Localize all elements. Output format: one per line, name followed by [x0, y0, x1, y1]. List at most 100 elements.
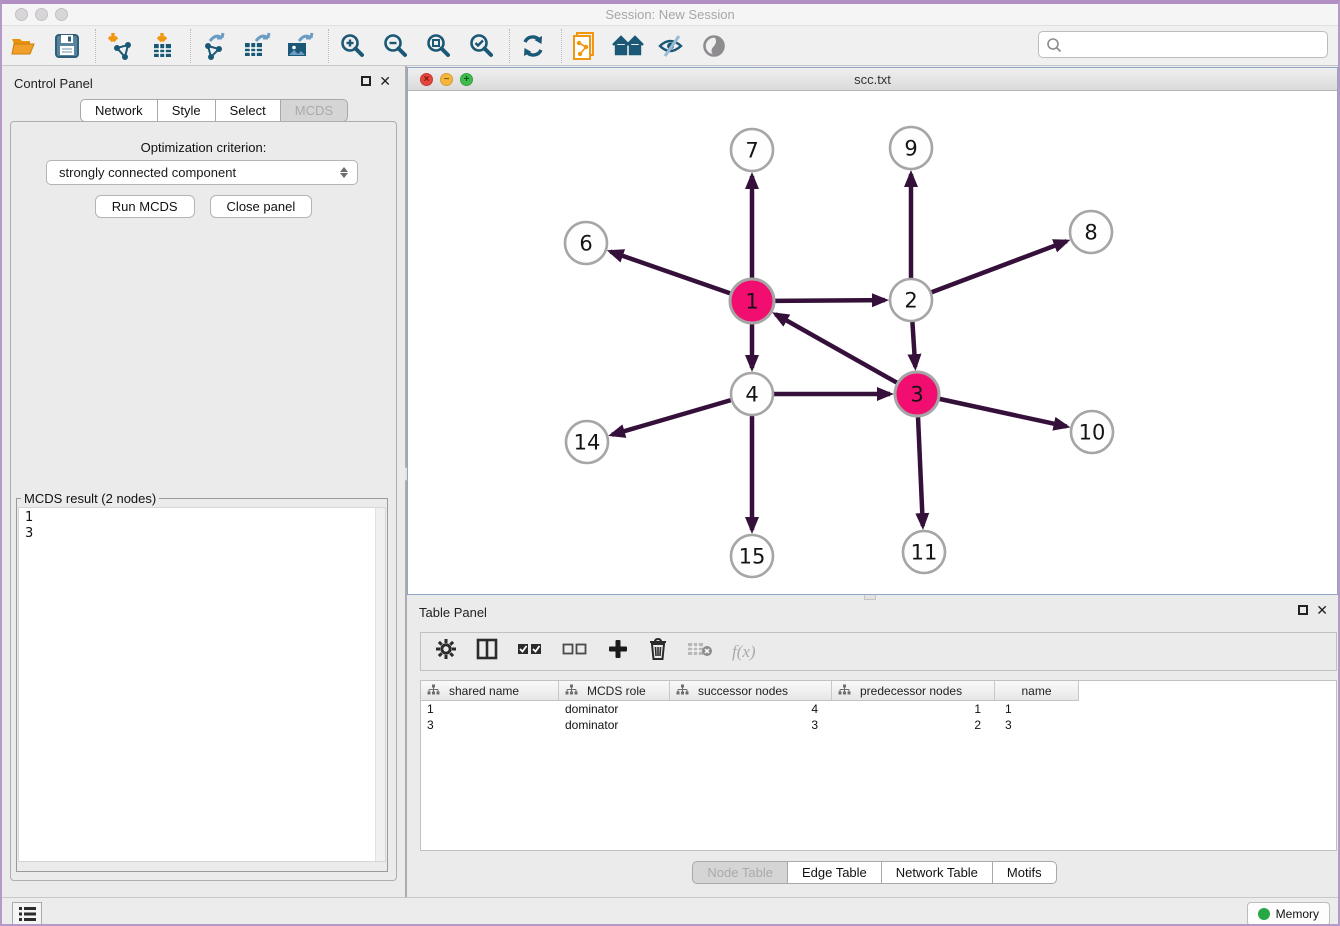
column-header-predecessor-nodes[interactable]: predecessor nodes	[832, 681, 995, 701]
criterion-value: strongly connected component	[59, 165, 236, 180]
criterion-select[interactable]: strongly connected component	[46, 160, 358, 185]
show-panel-icon[interactable]	[697, 30, 731, 62]
graph-edge-2-3[interactable]	[912, 322, 915, 367]
graph-node-label-4: 4	[745, 383, 758, 407]
tab-node-table[interactable]: Node Table	[692, 861, 788, 884]
optimization-criterion-label: Optimization criterion:	[2, 140, 405, 155]
table-cell[interactable]: 3	[670, 718, 832, 732]
function-builder-icon: f(x)	[732, 642, 756, 662]
open-session-icon[interactable]	[7, 30, 41, 62]
network-window-title: scc.txt	[408, 72, 1337, 87]
column-header-name[interactable]: name	[995, 681, 1079, 701]
table-cell[interactable]: 3	[995, 718, 1079, 732]
search-field[interactable]	[1038, 31, 1328, 58]
graph-edge-1-6[interactable]	[611, 252, 731, 294]
table-cell[interactable]: 2	[832, 718, 995, 732]
toolbar-separator	[190, 29, 191, 63]
graph-edge-4-14[interactable]	[612, 400, 731, 435]
add-column-icon[interactable]	[607, 638, 629, 665]
column-header-shared-name[interactable]: shared name	[421, 681, 559, 701]
table-cell[interactable]: 1	[421, 702, 559, 716]
graph-edge-1-2[interactable]	[775, 300, 885, 301]
close-panel-button[interactable]: Close panel	[210, 195, 313, 218]
graph-edge-3-11[interactable]	[918, 417, 923, 526]
window-title: Session: New Session	[2, 7, 1338, 22]
tab-edge-table[interactable]: Edge Table	[788, 861, 882, 884]
export-image-icon[interactable]	[283, 30, 317, 62]
toolbar-separator	[328, 29, 329, 63]
attribute-icon	[676, 684, 689, 697]
task-history-button[interactable]	[12, 902, 42, 926]
deselect-all-icon[interactable]	[562, 641, 588, 662]
column-header-filler	[1079, 681, 1336, 701]
column-header-mcds-role[interactable]: MCDS role	[559, 681, 670, 701]
table-cell[interactable]: dominator	[559, 718, 670, 732]
home-icon[interactable]	[611, 30, 645, 62]
memory-button[interactable]: Memory	[1247, 902, 1330, 926]
zoom-fit-icon[interactable]	[421, 30, 455, 62]
mcds-result-area[interactable]: 1 3	[18, 507, 386, 862]
search-input[interactable]	[1063, 35, 1327, 55]
hide-panel-icon[interactable]	[654, 30, 688, 62]
graph-edge-3-1[interactable]	[776, 314, 897, 382]
run-mcds-button[interactable]: Run MCDS	[95, 195, 195, 218]
float-panel-icon[interactable]	[361, 76, 371, 86]
select-all-icon[interactable]	[517, 641, 543, 662]
attribute-icon	[427, 684, 440, 697]
graph-node-label-6: 6	[579, 232, 592, 256]
attribute-icon	[838, 684, 851, 697]
tab-motifs[interactable]: Motifs	[993, 861, 1057, 884]
tab-select[interactable]: Select	[216, 99, 281, 122]
export-network-icon[interactable]	[197, 30, 231, 62]
mcds-result-scrollbar[interactable]	[375, 508, 385, 861]
mcds-result-title: MCDS result (2 nodes)	[21, 491, 159, 506]
column-header-successor-nodes[interactable]: successor nodes	[670, 681, 832, 701]
columns-icon[interactable]	[476, 638, 498, 665]
close-panel-icon[interactable]	[379, 76, 391, 86]
application-window: Session: New Session	[0, 0, 1340, 926]
network-graph[interactable]: 7968124314101511	[408, 91, 1337, 594]
tab-network[interactable]: Network	[80, 99, 158, 122]
memory-status-icon	[1258, 908, 1270, 920]
graph-edge-2-8[interactable]	[932, 241, 1067, 292]
graph-node-label-3: 3	[910, 383, 923, 407]
float-table-panel-icon[interactable]	[1298, 605, 1308, 615]
zoom-in-icon[interactable]	[335, 30, 369, 62]
graph-edge-3-10[interactable]	[939, 399, 1066, 427]
zoom-out-icon[interactable]	[378, 30, 412, 62]
table-cell[interactable]: 1	[995, 702, 1079, 716]
gear-icon[interactable]	[435, 638, 457, 665]
graph-node-label-8: 8	[1084, 221, 1097, 245]
export-table-icon[interactable]	[240, 30, 274, 62]
toolbar-separator	[509, 29, 510, 63]
table-cell[interactable]: dominator	[559, 702, 670, 716]
window-titlebar: Session: New Session	[2, 4, 1338, 26]
refresh-icon[interactable]	[516, 30, 550, 62]
table-row[interactable]: 1dominator411	[421, 701, 1336, 717]
table-row[interactable]: 3dominator323	[421, 717, 1336, 733]
tab-mcds[interactable]: MCDS	[281, 99, 348, 122]
zoom-selected-icon[interactable]	[464, 30, 498, 62]
save-session-icon[interactable]	[50, 30, 84, 62]
select-stepper-icon	[337, 167, 357, 178]
delete-column-icon[interactable]	[648, 637, 668, 666]
network-window-titlebar[interactable]: scc.txt	[408, 68, 1337, 91]
search-icon	[1045, 36, 1063, 54]
tab-style[interactable]: Style	[158, 99, 216, 122]
table-tabs: Node Table Edge Table Network Table Moti…	[407, 861, 1340, 884]
table-cell[interactable]: 3	[421, 718, 559, 732]
column-label: shared name	[449, 684, 519, 698]
mcds-buttons: Run MCDS Close panel	[2, 195, 405, 218]
column-label: name	[1021, 684, 1051, 698]
toolbar-separator	[561, 29, 562, 63]
table-cell[interactable]: 4	[670, 702, 832, 716]
table-panel: Table Panel	[407, 601, 1340, 897]
tab-network-table[interactable]: Network Table	[882, 861, 993, 884]
import-table-icon[interactable]	[145, 30, 179, 62]
import-network-icon[interactable]	[102, 30, 136, 62]
graph-node-label-9: 9	[904, 137, 917, 161]
table-cell[interactable]: 1	[832, 702, 995, 716]
new-network-icon[interactable]	[568, 30, 602, 62]
status-bar: Memory	[2, 897, 1338, 926]
close-table-panel-icon[interactable]	[1316, 605, 1328, 615]
